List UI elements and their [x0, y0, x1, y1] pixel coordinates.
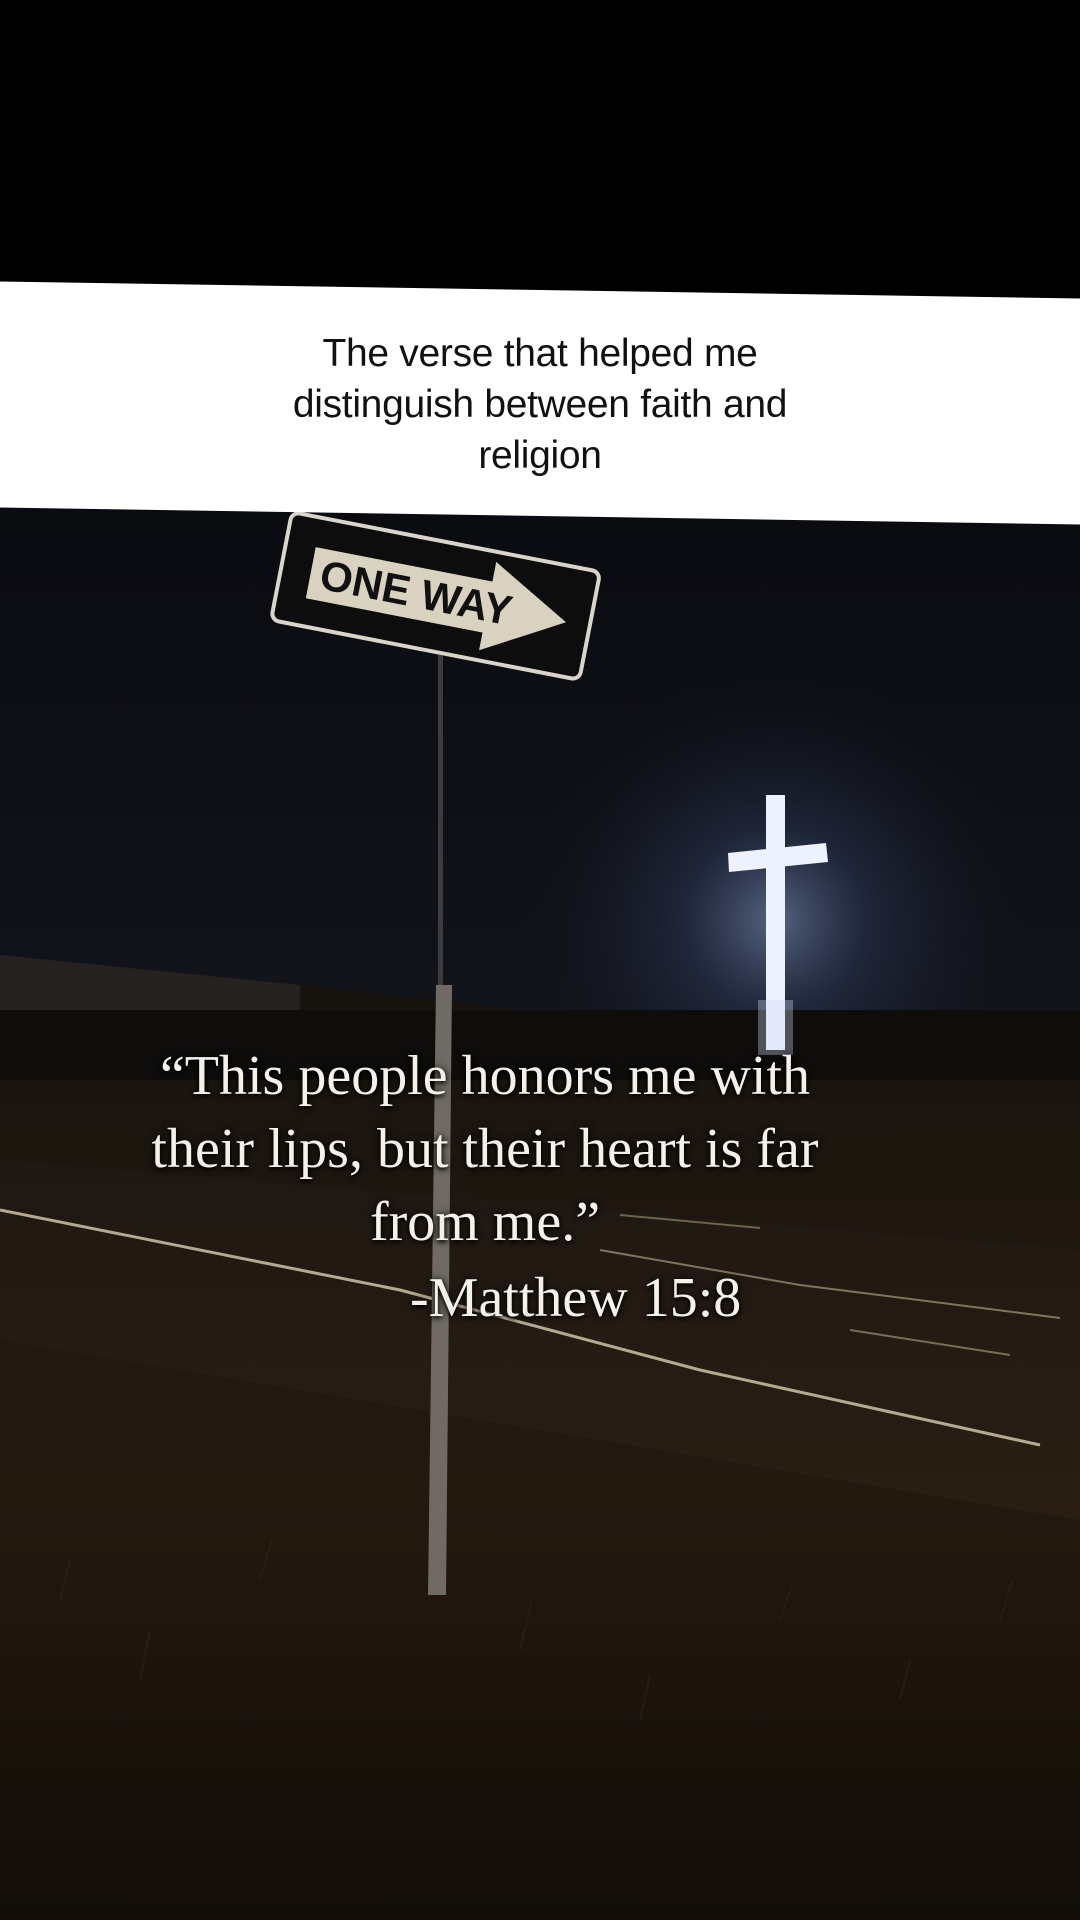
verse-line: their lips, but their heart is far	[151, 1118, 819, 1180]
verse-line: from me.”	[369, 1191, 601, 1253]
video-frame: ONE WAY The verse that helped me disting…	[0, 0, 1080, 1920]
sign-bracket-pole	[438, 655, 443, 1005]
verse-reference: -Matthew 15:8	[410, 1267, 742, 1329]
caption: The verse that helped me distinguish bet…	[190, 328, 890, 481]
caption-line: religion	[478, 434, 602, 477]
verse-line: “This people honors me with	[159, 1045, 811, 1107]
verse-quote: “This people honors me with their lips, …	[60, 1040, 910, 1259]
caption-line: The verse that helped me	[322, 332, 758, 375]
caption-line: distinguish between faith and	[292, 383, 788, 426]
